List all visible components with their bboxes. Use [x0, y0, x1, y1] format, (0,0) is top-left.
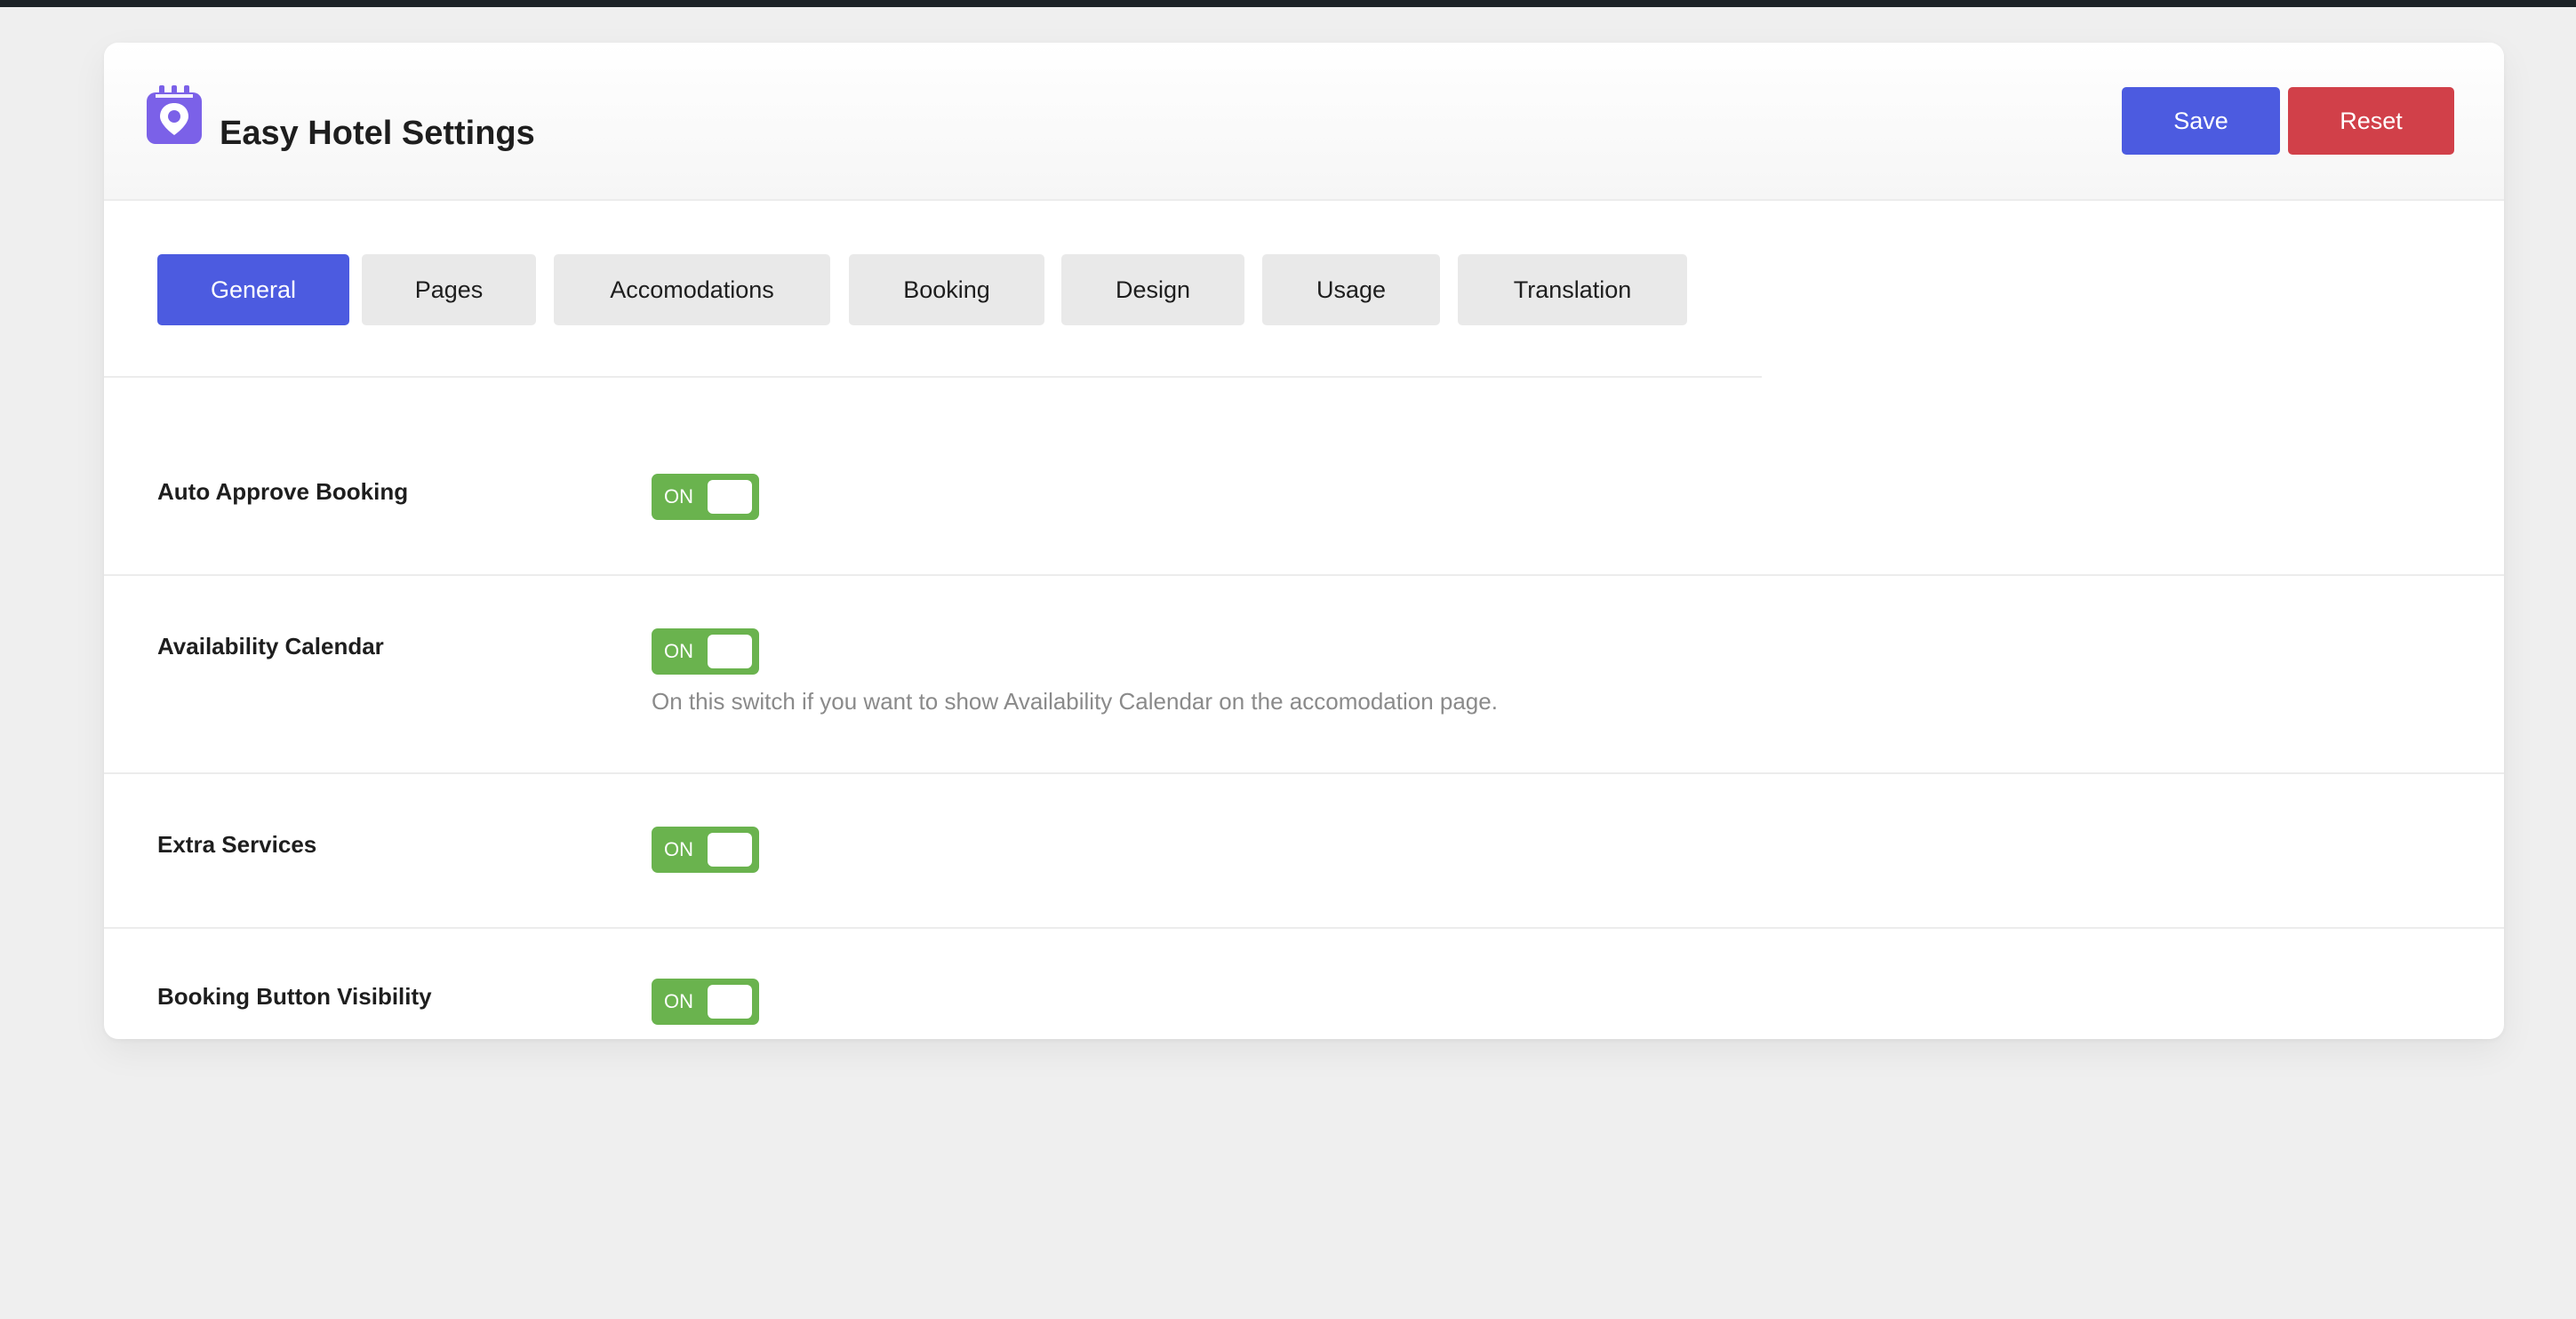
reset-button[interactable]: Reset: [2288, 87, 2454, 155]
tab-accomodations[interactable]: Accomodations: [554, 254, 830, 325]
toggle-state: ON: [664, 485, 693, 508]
admin-top-bar: [0, 0, 2576, 7]
settings-header: Easy Hotel Settings Save Reset: [104, 43, 2504, 201]
tab-booking[interactable]: Booking: [849, 254, 1044, 325]
settings-panel: Easy Hotel Settings Save Reset General P…: [104, 43, 2504, 1039]
hotel-pin-calendar-icon: [147, 85, 202, 144]
setting-label: Auto Approve Booking: [157, 478, 409, 505]
setting-label: Availability Calendar: [157, 633, 384, 660]
setting-row-availability-calendar: Availability Calendar ON On this switch …: [104, 576, 2504, 772]
booking-button-visibility-toggle[interactable]: ON: [652, 979, 759, 1025]
toggle-knob: [708, 833, 752, 867]
toggle-knob: [708, 985, 752, 1019]
toggle-knob: [708, 635, 752, 668]
setting-row-extra-services: Extra Services ON: [104, 774, 2504, 927]
setting-label: Booking Button Visibility: [157, 983, 432, 1010]
setting-row-auto-approve: Auto Approve Booking ON: [104, 378, 2504, 575]
toggle-state: ON: [664, 990, 693, 1012]
extra-services-toggle[interactable]: ON: [652, 827, 759, 873]
tab-design[interactable]: Design: [1061, 254, 1244, 325]
tab-general[interactable]: General: [157, 254, 349, 325]
tab-pages[interactable]: Pages: [362, 254, 536, 325]
setting-description: On this switch if you want to show Avail…: [652, 688, 1498, 715]
tab-translation[interactable]: Translation: [1458, 254, 1687, 325]
save-button[interactable]: Save: [2122, 87, 2280, 155]
setting-label: Extra Services: [157, 831, 317, 858]
setting-row-booking-button-visibility: Booking Button Visibility ON: [104, 929, 2504, 1039]
tab-usage[interactable]: Usage: [1262, 254, 1440, 325]
toggle-knob: [708, 480, 752, 514]
availability-calendar-toggle[interactable]: ON: [652, 628, 759, 675]
toggle-state: ON: [664, 838, 693, 860]
page-title: Easy Hotel Settings: [220, 115, 535, 152]
auto-approve-toggle[interactable]: ON: [652, 474, 759, 520]
toggle-state: ON: [664, 640, 693, 662]
